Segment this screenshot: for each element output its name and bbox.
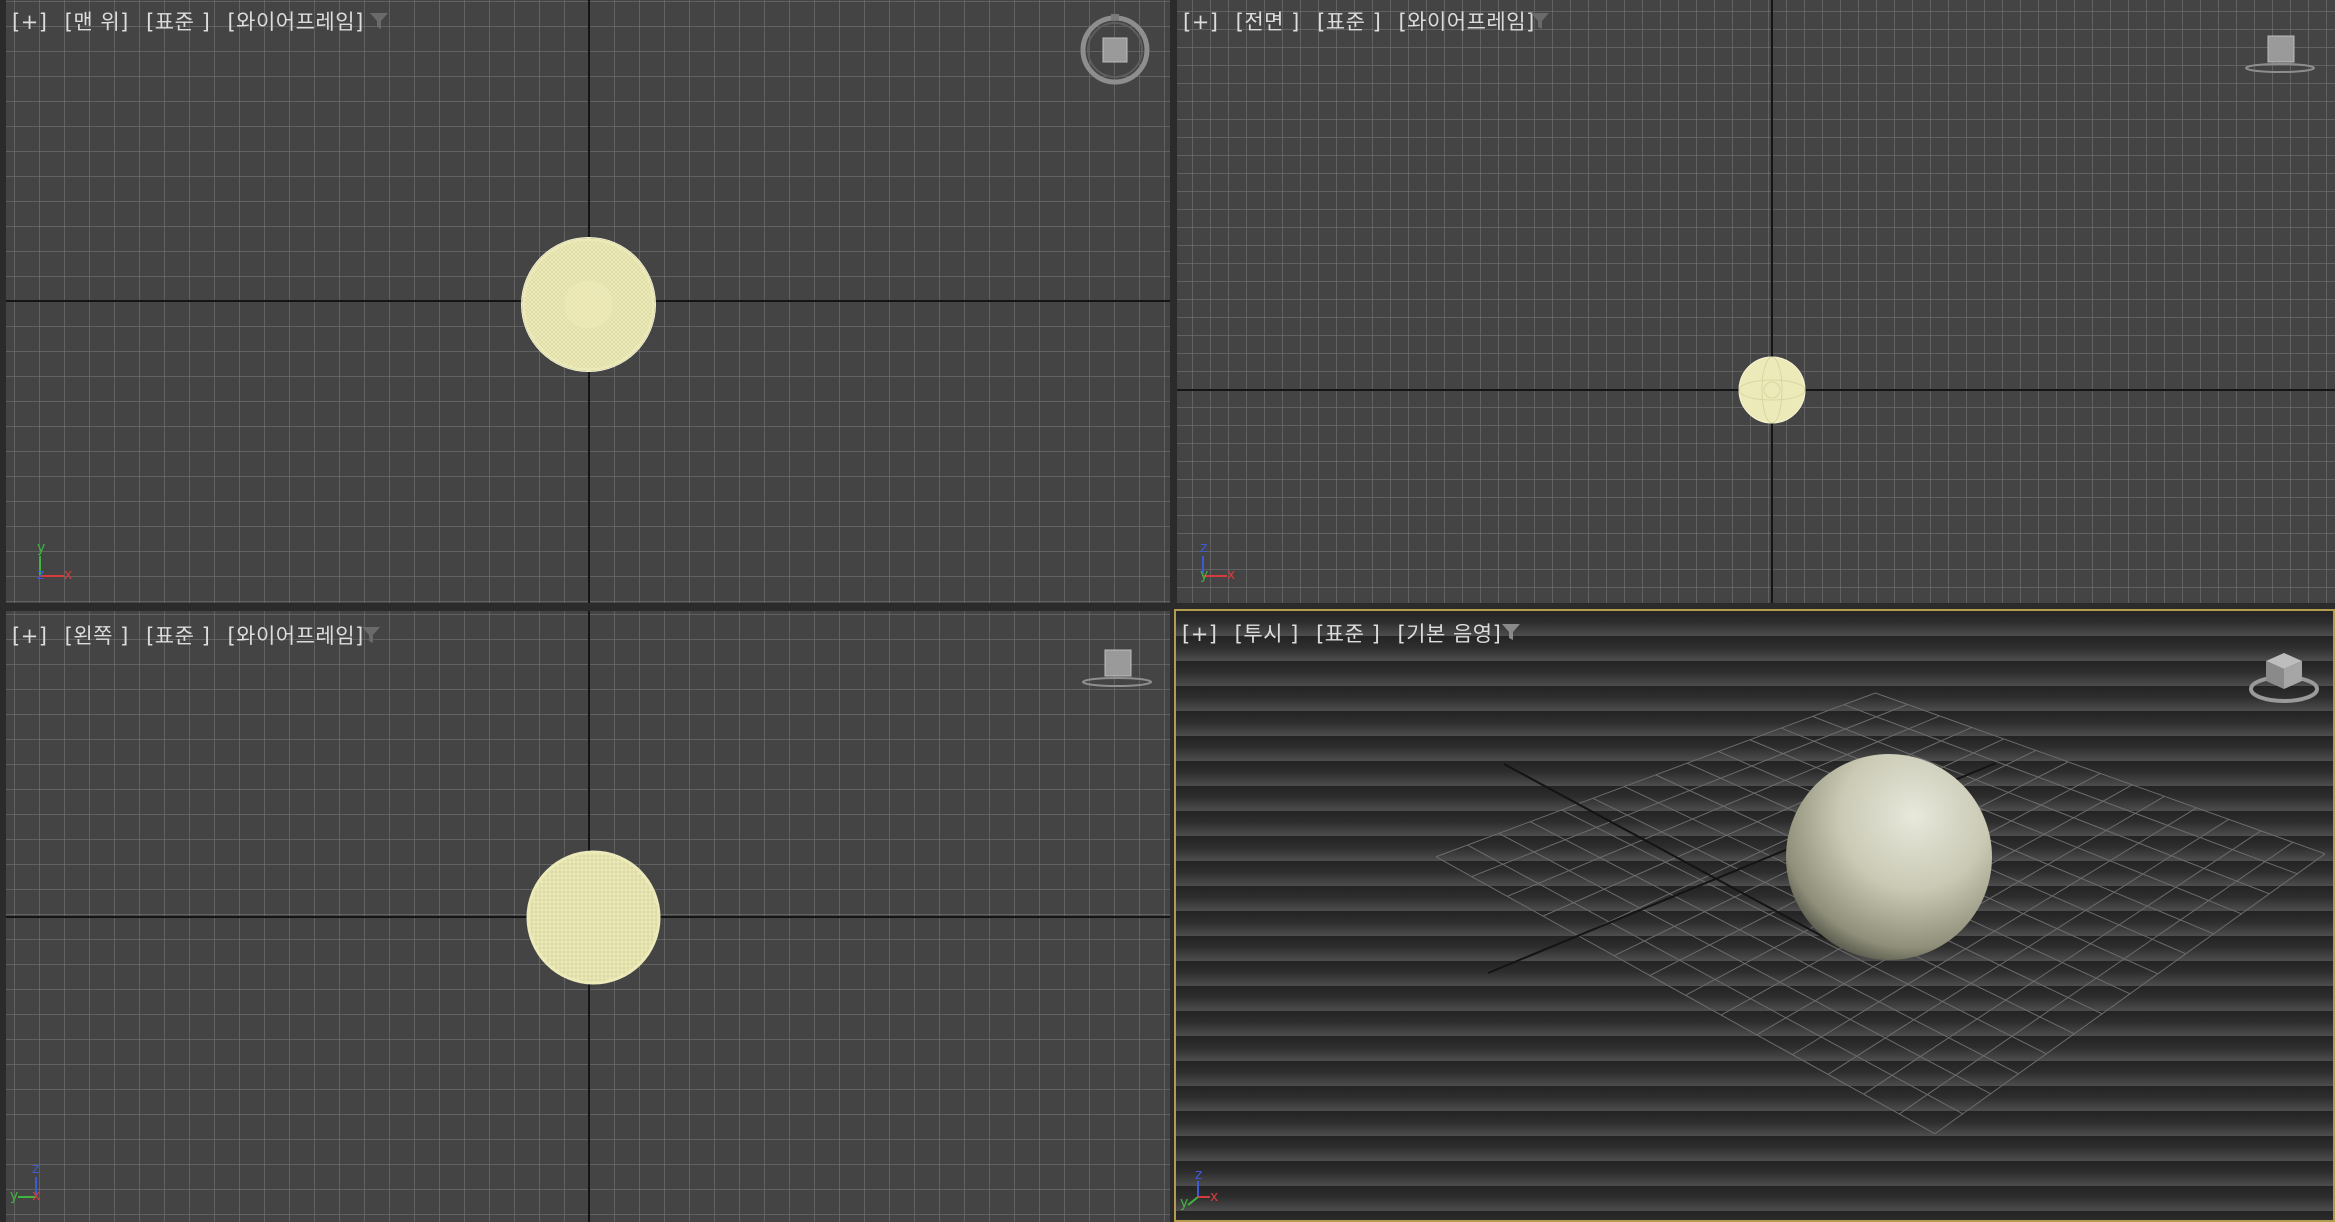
axis-tripod-icon: z y x bbox=[1180, 1167, 1240, 1217]
axis-tripod-icon: y z x bbox=[28, 540, 88, 590]
shading-mode-button[interactable]: [와이어프레임] bbox=[1398, 10, 1534, 34]
axis-right-label: x bbox=[1227, 567, 1236, 583]
axis-up-label: z bbox=[1200, 540, 1208, 556]
view-style-button[interactable]: [표준 ] bbox=[146, 10, 210, 34]
viewport-menu-button[interactable]: [+] bbox=[12, 10, 47, 34]
viewport-menu-button[interactable]: [+] bbox=[1183, 10, 1218, 34]
axis-up-label: y bbox=[37, 540, 46, 556]
axis-right-label: x bbox=[64, 567, 73, 583]
view-cube-icon[interactable] bbox=[1080, 644, 1154, 688]
sphere-wireframe[interactable] bbox=[526, 850, 661, 985]
axis-center-label: y bbox=[1200, 567, 1209, 583]
sphere-shaded[interactable] bbox=[1784, 751, 1994, 963]
viewport-menu-button[interactable]: [+] bbox=[12, 624, 47, 648]
view-cube-icon[interactable] bbox=[2243, 30, 2317, 74]
viewport-perspective[interactable]: [+] [투시 ] [표준 ] [기본 음영] z y x bbox=[1174, 609, 2335, 1222]
sphere-wireframe[interactable] bbox=[522, 238, 655, 371]
viewport-left[interactable]: [+] [왼쪽 ] [표준 ] [와이어프레임] z x y bbox=[6, 611, 1170, 1222]
axis-right-label: y bbox=[10, 1188, 19, 1204]
axis-center-label: y bbox=[1180, 1195, 1189, 1211]
viewport-label[interactable]: [+] [맨 위] [표준 ] [와이어프레임] bbox=[12, 6, 374, 36]
view-name-button[interactable]: [맨 위] bbox=[65, 10, 129, 34]
axis-tripod-icon: z x y bbox=[8, 1161, 68, 1211]
view-style-button[interactable]: [표준 ] bbox=[1317, 10, 1381, 34]
shading-mode-button[interactable]: [와이어프레임] bbox=[227, 624, 363, 648]
view-name-button[interactable]: [투시 ] bbox=[1235, 622, 1299, 646]
viewport-top[interactable]: [+] [맨 위] [표준 ] [와이어프레임] y z x bbox=[6, 0, 1170, 603]
home-grid bbox=[1435, 692, 2326, 1135]
shading-mode-button[interactable]: [기본 음영] bbox=[1397, 622, 1501, 646]
axis-center-label: x bbox=[32, 1188, 41, 1204]
view-name-button[interactable]: [왼쪽 ] bbox=[65, 624, 129, 648]
view-style-button[interactable]: [표준 ] bbox=[1316, 622, 1380, 646]
axis-up-label: z bbox=[1195, 1167, 1203, 1183]
filter-funnel-icon[interactable] bbox=[368, 10, 390, 32]
view-name-button[interactable]: [전면 ] bbox=[1236, 10, 1300, 34]
viewport-label[interactable]: [+] [전면 ] [표준 ] [와이어프레임] bbox=[1183, 6, 1545, 36]
shading-mode-button[interactable]: [와이어프레임] bbox=[227, 10, 363, 34]
axis-right-label: x bbox=[1210, 1189, 1219, 1205]
viewport-menu-button[interactable]: [+] bbox=[1182, 622, 1217, 646]
sphere-wireframe[interactable] bbox=[1738, 356, 1806, 424]
world-axis-vertical bbox=[1771, 0, 1773, 603]
viewport-label[interactable]: [+] [투시 ] [표준 ] [기본 음영] bbox=[1182, 618, 1511, 648]
viewport-label[interactable]: [+] [왼쪽 ] [표준 ] [와이어프레임] bbox=[12, 620, 374, 650]
axis-tripod-icon: z y x bbox=[1191, 540, 1251, 590]
viewport-front[interactable]: [+] [전면 ] [표준 ] [와이어프레임] z y x bbox=[1177, 0, 2335, 603]
axis-up-label: z bbox=[32, 1161, 40, 1177]
view-style-button[interactable]: [표준 ] bbox=[146, 624, 210, 648]
filter-funnel-icon[interactable] bbox=[360, 624, 382, 646]
view-cube-icon[interactable] bbox=[2248, 647, 2320, 707]
view-cube-icon[interactable] bbox=[1079, 14, 1151, 86]
filter-funnel-icon[interactable] bbox=[1500, 621, 1522, 643]
axis-center-label: z bbox=[37, 567, 45, 583]
filter-funnel-icon[interactable] bbox=[1529, 10, 1551, 32]
